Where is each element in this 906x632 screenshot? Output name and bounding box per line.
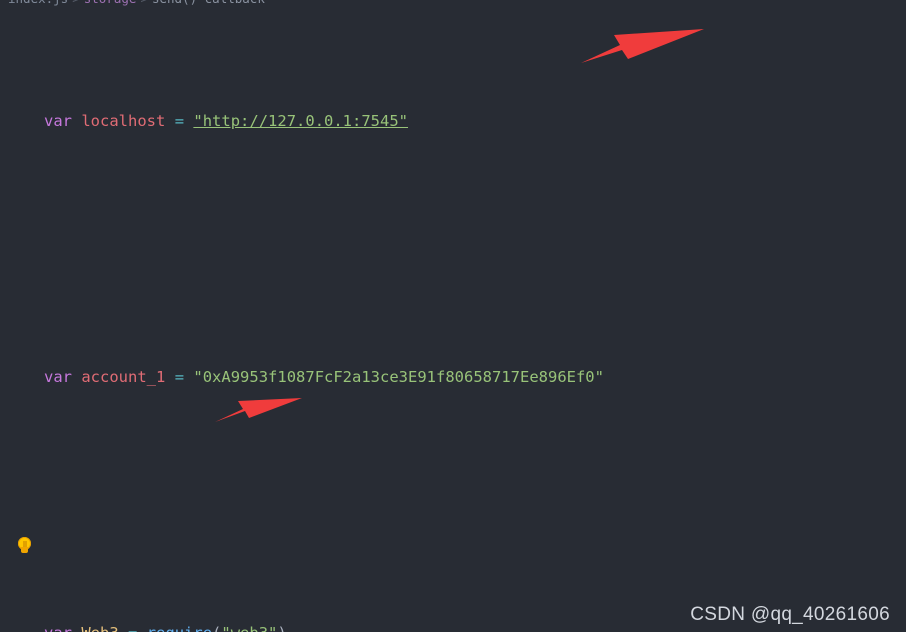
breadcrumb-function[interactable]: send() callback [152, 0, 265, 6]
token-string-account-address: "0xA9953f1087FcF2a13ce3E91f80658717Ee896… [193, 368, 604, 387]
code-editor[interactable]: index.js>storage>send() callback var loc… [0, 0, 906, 632]
code-line-2[interactable] [0, 237, 906, 263]
token-string-localhost-url[interactable]: "http://127.0.0.1:7545" [193, 112, 408, 130]
token-assign-3: = [128, 624, 137, 632]
code-line-1[interactable]: var localhost = "http://127.0.0.1:7545" [0, 109, 906, 135]
token-keyword-var: var [44, 112, 72, 131]
breadcrumb-file[interactable]: index.js [8, 0, 68, 6]
breadcrumb[interactable]: index.js>storage>send() callback [0, 0, 906, 7]
code-content[interactable]: var localhost = "http://127.0.0.1:7545" … [0, 7, 906, 632]
token-keyword-var-3: var [44, 624, 72, 632]
token-identifier-Web3: Web3 [81, 624, 118, 632]
token-paren-2: ) [277, 624, 286, 632]
token-assign-2: = [174, 368, 185, 387]
token-identifier-localhost: localhost [81, 112, 166, 131]
code-line-4[interactable] [0, 493, 906, 519]
token-call-require: require [147, 624, 212, 632]
csdn-watermark: CSDN @qq_40261606 [690, 604, 890, 625]
token-identifier-account-1: account_1 [81, 368, 166, 387]
code-line-3[interactable]: var account_1 = "0xA9953f1087FcF2a13ce3E… [0, 365, 906, 391]
token-paren-1: ( [212, 624, 221, 632]
breadcrumb-separator: > [68, 0, 84, 6]
token-keyword-var-2: var [44, 368, 72, 387]
token-string-web3-module: "web3" [221, 624, 277, 632]
breadcrumb-separator-2: > [136, 0, 152, 6]
breadcrumb-symbol[interactable]: storage [84, 0, 137, 6]
token-assign-1: = [174, 112, 185, 131]
